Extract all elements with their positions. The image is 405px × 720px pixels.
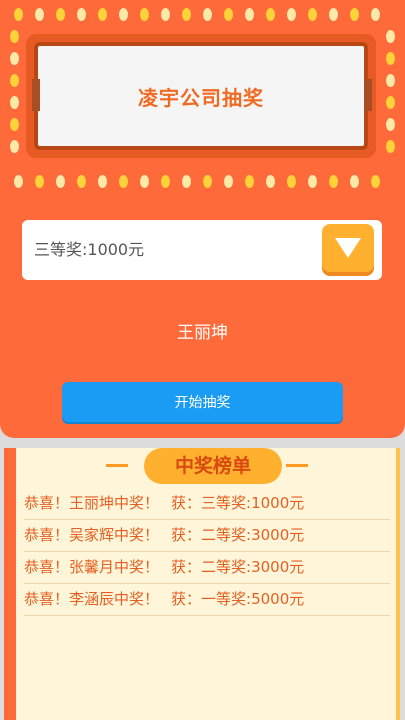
current-winner: 王丽坤 [177,323,228,343]
light-bulb [386,96,395,109]
light-bulb [119,8,128,21]
light-bulb [350,8,359,21]
light-bulb [10,140,19,153]
light-bulb [10,118,19,131]
board-title: 中奖榜单 [144,448,282,484]
light-bulb [98,175,107,188]
light-bulb [245,8,254,21]
light-bulb [329,8,338,21]
light-bulb [224,175,233,188]
dropdown-button[interactable] [322,224,374,272]
page-title: 凌宇公司抽奖 [138,85,264,110]
light-bulb [287,8,296,21]
winner-congrats: 恭喜！张馨月中奖！ [24,558,160,576]
title-board: 凌宇公司抽奖 [34,42,368,150]
frame-tab-left [32,79,40,111]
light-bulb [308,8,317,21]
light-bulb [140,175,149,188]
prize-select-value: 三等奖:1000元 [34,240,145,259]
winner-congrats: 恭喜！王丽坤中奖！ [24,494,160,512]
light-bulb [287,175,296,188]
light-bulb [266,175,275,188]
winners-board: 中奖榜单 恭喜！王丽坤中奖！ 获：三等奖:1000元 恭喜！吴家辉中奖！ 获：二等奖… [4,448,400,720]
prize-select[interactable]: 三等奖:1000元 [22,220,382,280]
light-bulb [203,8,212,21]
light-bulb [56,8,65,21]
light-bulb [10,30,19,43]
list-item: 恭喜！吴家辉中奖！ 获：二等奖:3000元 [24,520,390,552]
light-bulb [161,175,170,188]
list-item: 恭喜！王丽坤中奖！ 获：三等奖:1000元 [24,488,390,520]
light-bulb [140,8,149,21]
light-bulb [10,74,19,87]
board-header: 中奖榜单 [16,448,396,484]
winner-prize: 获：三等奖:1000元 [171,494,305,512]
light-bulb [308,175,317,188]
light-bulb [386,118,395,131]
winner-congrats: 恭喜！吴家辉中奖！ [24,526,160,544]
light-bulb [245,175,254,188]
light-bulb [182,8,191,21]
start-draw-button[interactable]: 开始抽奖 [62,382,343,422]
title-marquee: 凌宇公司抽奖 [26,34,376,158]
winner-prize: 获：二等奖:3000元 [171,526,305,544]
light-bulb [35,8,44,21]
light-bulb [14,8,23,21]
header-dash-right [286,464,308,467]
light-bulb [266,8,275,21]
light-bulb [77,175,86,188]
light-bulb [203,175,212,188]
light-bulb [386,30,395,43]
light-bulb [224,8,233,21]
winner-prize: 获：一等奖:5000元 [171,590,305,608]
light-bulb [77,8,86,21]
light-bulb [371,175,380,188]
list-item: 恭喜！张馨月中奖！ 获：二等奖:3000元 [24,552,390,584]
header-dash-left [106,464,128,467]
light-bulb [119,175,128,188]
light-bulb [350,175,359,188]
light-bulb [98,8,107,21]
light-bulb [386,140,395,153]
light-bulb [14,175,23,188]
light-bulb [161,8,170,21]
light-bulb [10,52,19,65]
light-bulb [182,175,191,188]
winners-list: 恭喜！王丽坤中奖！ 获：三等奖:1000元 恭喜！吴家辉中奖！ 获：二等奖:3000… [24,488,390,616]
frame-tab-right [364,79,372,111]
light-bulb [10,96,19,109]
light-bulb [371,8,380,21]
light-bulb [329,175,338,188]
light-bulb [56,175,65,188]
light-bulb [35,175,44,188]
light-bulb [386,74,395,87]
winner-congrats: 恭喜！李涵辰中奖！ [24,590,160,608]
light-bulb [386,52,395,65]
list-item: 恭喜！李涵辰中奖！ 获：一等奖:5000元 [24,584,390,616]
triangle-down-icon [335,238,361,258]
lottery-panel: 凌宇公司抽奖 三等奖:1000元 王丽坤 开始抽奖 [0,0,405,438]
winner-prize: 获：二等奖:3000元 [171,558,305,576]
